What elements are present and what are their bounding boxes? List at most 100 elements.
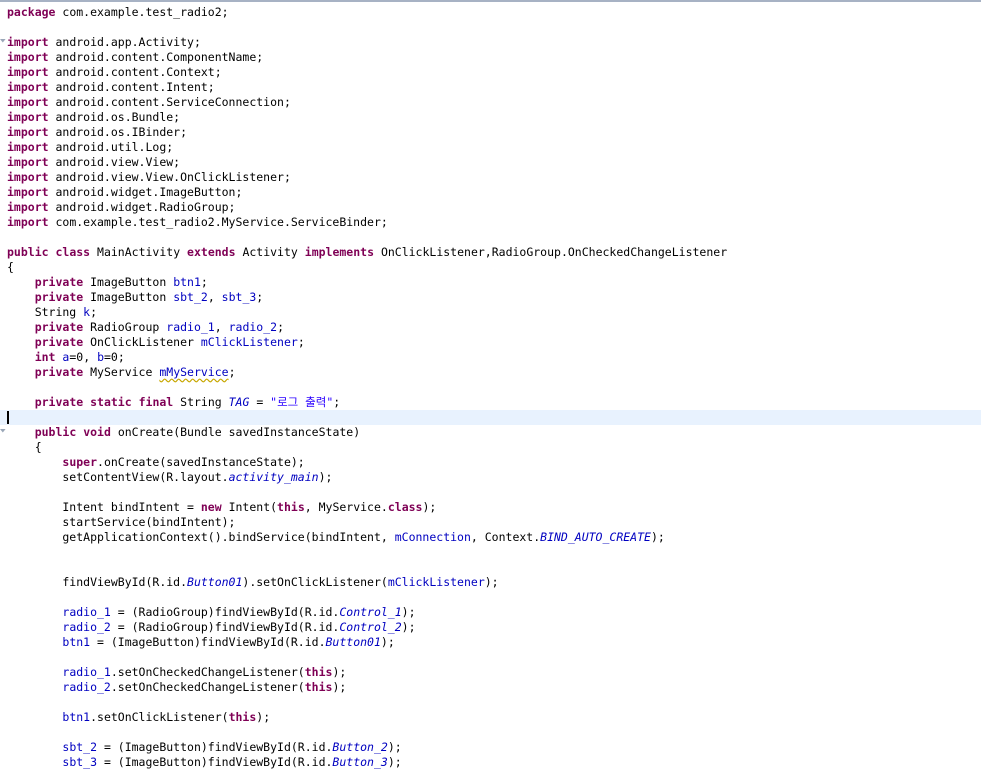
- code-token: Intent bindIntent =: [7, 500, 201, 514]
- code-token: ,: [207, 290, 222, 304]
- code-line[interactable]: sbt_3 = (ImageButton)findViewById(R.id.B…: [0, 755, 981, 770]
- code-line[interactable]: import android.widget.RadioGroup;: [0, 200, 981, 215]
- code-token: new: [200, 500, 222, 514]
- code-token: radio_2: [62, 680, 111, 694]
- code-token: .onCreate(savedInstanceState);: [97, 455, 305, 469]
- code-token: import: [7, 35, 49, 49]
- code-line[interactable]: import android.app.Activity;: [0, 35, 981, 50]
- code-line[interactable]: startService(bindIntent);: [0, 515, 981, 530]
- code-token: sbt_2: [173, 290, 208, 304]
- code-line[interactable]: [0, 695, 981, 710]
- code-token: final: [138, 395, 174, 409]
- code-line[interactable]: radio_1 = (RadioGroup)findViewById(R.id.…: [0, 605, 981, 620]
- code-line[interactable]: [0, 590, 981, 605]
- code-line[interactable]: btn1 = (ImageButton)findViewById(R.id.Bu…: [0, 635, 981, 650]
- code-line[interactable]: private MyService mMyService;: [0, 365, 981, 380]
- code-line[interactable]: radio_1.setOnCheckedChangeListener(this)…: [0, 665, 981, 680]
- code-token: , Context.: [470, 530, 541, 544]
- code-token: this: [228, 710, 257, 724]
- code-token: private: [34, 320, 84, 334]
- code-line[interactable]: import android.content.ComponentName;: [0, 50, 981, 65]
- code-line[interactable]: [0, 725, 981, 740]
- code-line[interactable]: import android.content.Intent;: [0, 80, 981, 95]
- code-line[interactable]: getApplicationContext().bindService(bind…: [0, 530, 981, 545]
- code-token: {: [7, 440, 42, 454]
- code-token: sbt_2: [62, 740, 98, 754]
- code-line[interactable]: int a=0, b=0;: [0, 350, 981, 365]
- fold-toggle-icon[interactable]: [0, 39, 6, 43]
- code-line[interactable]: import android.os.IBinder;: [0, 125, 981, 140]
- code-line[interactable]: [0, 230, 981, 245]
- code-line[interactable]: import android.content.Context;: [0, 65, 981, 80]
- code-token: public: [34, 425, 77, 439]
- code-area[interactable]: package com.example.test_radio2;import a…: [0, 5, 981, 770]
- code-token: );: [401, 620, 416, 634]
- code-line[interactable]: super.onCreate(savedInstanceState);: [0, 455, 981, 470]
- code-line[interactable]: public void onCreate(Bundle savedInstanc…: [0, 425, 981, 440]
- code-line[interactable]: Intent bindIntent = new Intent(this, MyS…: [0, 500, 981, 515]
- code-token: ;: [333, 395, 341, 409]
- code-line[interactable]: private ImageButton sbt_2, sbt_3;: [0, 290, 981, 305]
- code-line[interactable]: import android.os.Bundle;: [0, 110, 981, 125]
- code-token: Button_2: [332, 740, 388, 754]
- code-token: Button_3: [332, 755, 388, 769]
- code-line[interactable]: import android.content.ServiceConnection…: [0, 95, 981, 110]
- code-token: TAG: [228, 395, 250, 409]
- code-token: public: [7, 245, 49, 259]
- code-line[interactable]: btn1.setOnClickListener(this);: [0, 710, 981, 725]
- code-line[interactable]: [0, 650, 981, 665]
- code-line[interactable]: {: [0, 260, 981, 275]
- fold-toggle-icon[interactable]: [0, 429, 6, 433]
- code-line[interactable]: package com.example.test_radio2;: [0, 5, 981, 20]
- code-line[interactable]: radio_2 = (RadioGroup)findViewById(R.id.…: [0, 620, 981, 635]
- code-line[interactable]: sbt_2 = (ImageButton)findViewById(R.id.B…: [0, 740, 981, 755]
- code-editor[interactable]: package com.example.test_radio2;import a…: [0, 0, 981, 779]
- code-token: android.content.Context;: [48, 65, 222, 79]
- code-token: =0;: [104, 350, 125, 364]
- code-token: radio_1: [62, 665, 111, 679]
- code-line[interactable]: import android.view.View;: [0, 155, 981, 170]
- code-line[interactable]: private OnClickListener mClickListener;: [0, 335, 981, 350]
- code-line[interactable]: public class MainActivity extends Activi…: [0, 245, 981, 260]
- code-line[interactable]: import android.util.Log;: [0, 140, 981, 155]
- code-token: );: [318, 470, 333, 484]
- code-line[interactable]: import com.example.test_radio2.MyService…: [0, 215, 981, 230]
- code-token: android.view.View;: [48, 155, 181, 169]
- code-token: "로그 출력": [270, 395, 334, 409]
- code-line[interactable]: [0, 410, 981, 425]
- code-line[interactable]: findViewById(R.id.Button01).setOnClickLi…: [0, 575, 981, 590]
- code-line[interactable]: [0, 20, 981, 35]
- code-token: ;: [228, 365, 236, 379]
- code-token: .setOnClickListener(: [90, 710, 229, 724]
- code-token: =: [249, 395, 271, 409]
- code-line[interactable]: [0, 545, 981, 560]
- code-line[interactable]: private RadioGroup radio_1, radio_2;: [0, 320, 981, 335]
- code-line[interactable]: private static final String TAG = "로그 출력…: [0, 395, 981, 410]
- code-line[interactable]: import android.widget.ImageButton;: [0, 185, 981, 200]
- code-line[interactable]: [0, 380, 981, 395]
- code-line[interactable]: String k;: [0, 305, 981, 320]
- code-token: radio_2: [62, 620, 111, 634]
- code-token: android.content.ServiceConnection;: [48, 95, 291, 109]
- code-line[interactable]: setContentView(R.layout.activity_main);: [0, 470, 981, 485]
- code-token: com.example.test_radio2;: [55, 5, 229, 19]
- code-line[interactable]: {: [0, 440, 981, 455]
- code-line[interactable]: [0, 560, 981, 575]
- code-line[interactable]: [0, 485, 981, 500]
- code-token: this: [304, 680, 333, 694]
- code-line[interactable]: radio_2.setOnCheckedChangeListener(this)…: [0, 680, 981, 695]
- code-token: onCreate(Bundle savedInstanceState): [110, 425, 361, 439]
- code-token: android.os.IBinder;: [48, 125, 188, 139]
- code-line[interactable]: import android.view.View.OnClickListener…: [0, 170, 981, 185]
- code-token: = (ImageButton)findViewById(R.id.: [97, 740, 333, 754]
- code-token: Button01: [325, 635, 381, 649]
- code-line[interactable]: private ImageButton btn1;: [0, 275, 981, 290]
- code-token: = (RadioGroup)findViewById(R.id.: [110, 620, 340, 634]
- code-token: ImageButton: [83, 275, 174, 289]
